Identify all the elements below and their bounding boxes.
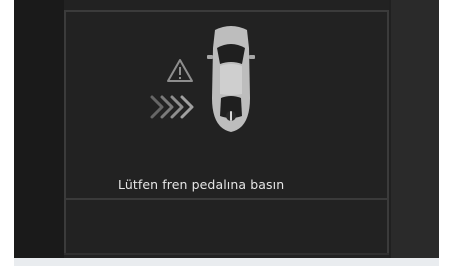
left-bezel bbox=[14, 0, 64, 258]
display-screen: Lütfen fren pedalına basın bbox=[14, 0, 439, 258]
warning-triangle-icon bbox=[167, 59, 193, 82]
panel-border-bottom bbox=[64, 253, 389, 255]
bottom-strip bbox=[14, 258, 439, 266]
approach-arrows-icon bbox=[150, 95, 194, 119]
panel-border-top bbox=[64, 10, 389, 12]
alert-message: Lütfen fren pedalına basın bbox=[118, 177, 285, 192]
panel-border-left bbox=[64, 10, 66, 255]
panel-border-right bbox=[387, 10, 389, 255]
panel-separator bbox=[64, 198, 389, 200]
right-bezel bbox=[391, 0, 439, 258]
car-topview-icon bbox=[207, 26, 255, 132]
